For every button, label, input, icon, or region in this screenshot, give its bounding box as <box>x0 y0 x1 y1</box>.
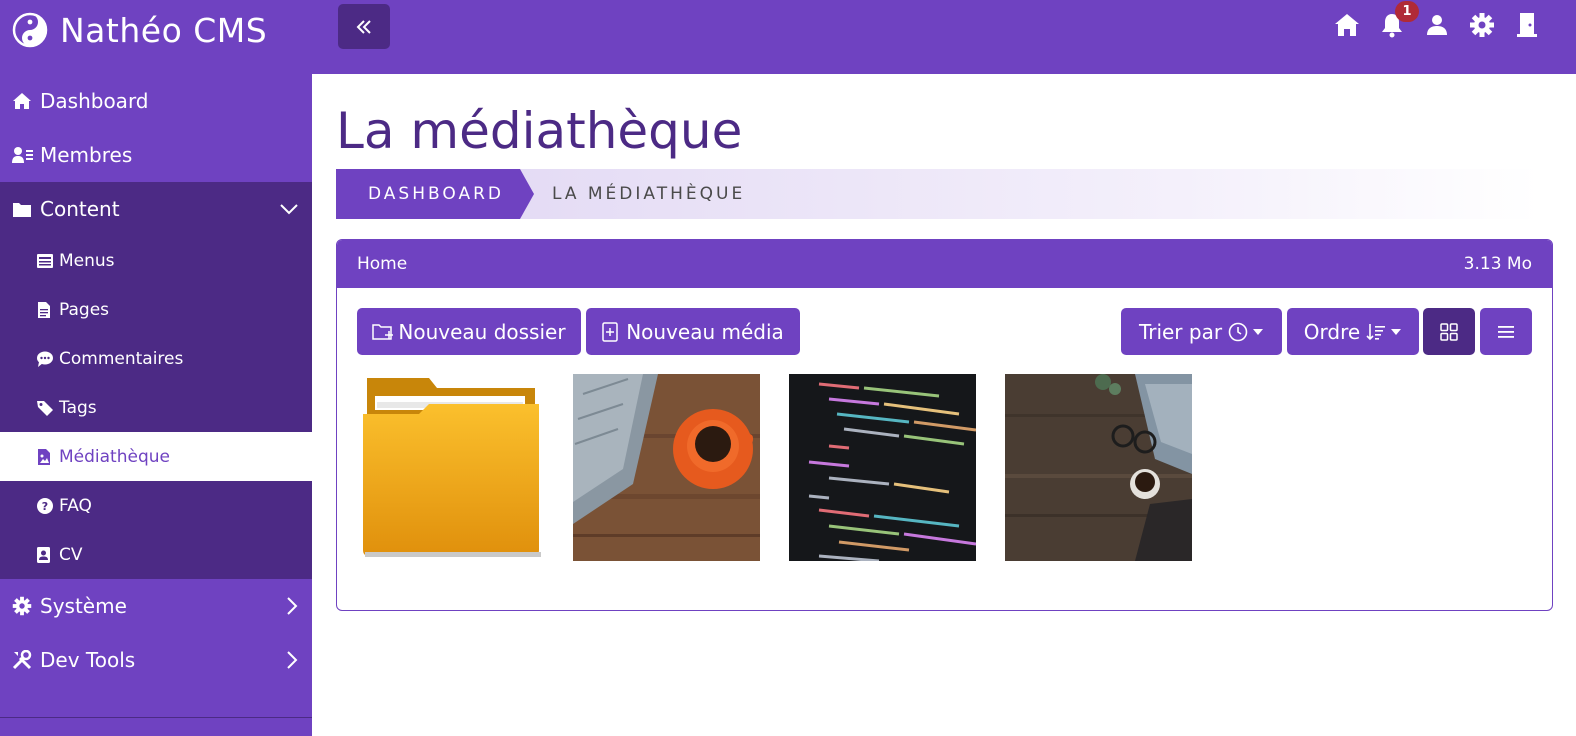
sidebar-item-content[interactable]: Content <box>0 182 312 236</box>
list-icon <box>1498 325 1514 338</box>
sidebar-divider <box>0 717 312 718</box>
chevron-down-icon <box>280 204 298 215</box>
media-card-header: Home 3.13 Mo <box>337 240 1552 288</box>
new-folder-label: Nouveau dossier <box>398 319 566 344</box>
media-item-image[interactable] <box>789 374 977 565</box>
grid-icon <box>1440 322 1458 341</box>
gear-icon <box>12 595 34 617</box>
door-icon <box>1517 13 1537 37</box>
desk-glasses-thumbnail <box>1005 374 1192 561</box>
media-toolbar: Nouveau dossier Nouveau média Trier par … <box>357 308 1532 355</box>
home-button[interactable] <box>1332 10 1362 40</box>
svg-text:?: ? <box>42 500 48 513</box>
media-item-image[interactable] <box>1005 374 1192 565</box>
sidebar-item-dashboard[interactable]: Dashboard <box>0 74 312 128</box>
sidebar-item-label: Médiathèque <box>59 446 170 467</box>
chevron-right-icon <box>287 597 298 615</box>
sidebar-item-cv[interactable]: CV <box>0 530 312 579</box>
user-icon <box>1427 15 1447 35</box>
tools-icon <box>12 649 34 671</box>
sidebar-collapse-button[interactable] <box>338 4 390 49</box>
double-chevron-left-icon <box>356 19 371 34</box>
folder-thumbnail-icon <box>363 378 541 557</box>
sidebar-item-dev-tools[interactable]: Dev Tools <box>0 633 312 687</box>
new-media-button[interactable]: Nouveau média <box>586 308 800 355</box>
media-item-folder[interactable] <box>359 374 543 564</box>
sidebar-item-label: Tags <box>59 397 97 418</box>
sidebar-group-content: Content Menus Pages Commentaires Tags Mé… <box>0 182 312 579</box>
clock-icon <box>1228 322 1248 341</box>
profile-button[interactable] <box>1422 10 1452 40</box>
folder-size: 3.13 Mo <box>1463 254 1532 274</box>
brand-name: Nathéo CMS <box>60 10 268 50</box>
sidebar-item-label: CV <box>59 544 83 565</box>
file-text-icon <box>37 301 53 318</box>
sidebar-item-label: Dashboard <box>40 89 149 113</box>
user-list-icon <box>12 144 34 166</box>
settings-button[interactable] <box>1467 10 1497 40</box>
sort-by-label: Trier par <box>1138 319 1223 344</box>
sidebar-item-label: Menus <box>59 250 115 271</box>
image-file-icon <box>37 448 53 465</box>
sort-down-icon <box>1366 323 1386 340</box>
sidebar-item-pages[interactable]: Pages <box>0 285 312 334</box>
folder-icon <box>12 198 34 220</box>
grid-view-button[interactable] <box>1423 308 1475 355</box>
chevron-right-icon <box>287 651 298 669</box>
code-screen-thumbnail <box>789 374 977 563</box>
new-media-label: Nouveau média <box>626 319 784 344</box>
top-navbar: Nathéo CMS 1 <box>0 0 1576 74</box>
person-badge-icon <box>37 546 53 563</box>
gear-icon <box>1470 13 1494 37</box>
notification-badge: 1 <box>1395 1 1419 22</box>
question-circle-icon: ? <box>37 497 53 514</box>
sidebar-item-label: Content <box>40 197 120 221</box>
media-card: Home 3.13 Mo Nouveau dossier Nouveau méd… <box>336 239 1553 611</box>
sidebar-item-faq[interactable]: ? FAQ <box>0 481 312 530</box>
order-label: Ordre <box>1303 319 1361 344</box>
sidebar-item-label: Commentaires <box>59 348 184 369</box>
yin-yang-icon <box>12 12 48 48</box>
file-plus-icon <box>602 321 618 342</box>
current-folder-name: Home <box>357 254 408 274</box>
list-view-button[interactable] <box>1480 308 1532 355</box>
sidebar-item-label: Système <box>40 594 127 618</box>
sidebar-item-commentaires[interactable]: Commentaires <box>0 334 312 383</box>
caret-down-icon <box>1391 328 1402 335</box>
media-item-image[interactable] <box>573 374 760 565</box>
sidebar-item-label: Pages <box>59 299 110 320</box>
tag-icon <box>37 400 53 416</box>
breadcrumb-item-dashboard[interactable]: DASHBOARD <box>336 169 534 219</box>
sidebar-item-membres[interactable]: Membres <box>0 128 312 182</box>
sidebar-item-label: Dev Tools <box>40 648 136 672</box>
home-icon <box>12 90 34 112</box>
sidebar-item-tags[interactable]: Tags <box>0 383 312 432</box>
sidebar-item-label: FAQ <box>59 495 92 516</box>
menu-list-icon <box>37 253 53 269</box>
brand[interactable]: Nathéo CMS <box>12 10 267 50</box>
comment-icon <box>37 351 53 367</box>
breadcrumb-item-current: LA MÉDIATHÈQUE <box>552 184 746 204</box>
caret-down-icon <box>1253 328 1264 335</box>
new-folder-button[interactable]: Nouveau dossier <box>357 308 581 355</box>
sidebar-item-mediatheque[interactable]: Médiathèque <box>0 432 312 481</box>
notifications-button[interactable]: 1 <box>1377 1 1419 40</box>
folder-plus-icon <box>372 323 394 341</box>
breadcrumb: DASHBOARD LA MÉDIATHÈQUE <box>336 169 1540 219</box>
order-dropdown[interactable]: Ordre <box>1287 308 1419 355</box>
top-icons: 1 <box>1317 1 1542 40</box>
sidebar-item-menus[interactable]: Menus <box>0 236 312 285</box>
logout-button[interactable] <box>1512 10 1542 40</box>
main-content: La médiathèque DASHBOARD LA MÉDIATHÈQUE … <box>312 74 1576 736</box>
page-title: La médiathèque <box>336 102 743 160</box>
sidebar-item-systeme[interactable]: Système <box>0 579 312 633</box>
laptop-coffee-thumbnail <box>573 374 760 561</box>
sort-by-dropdown[interactable]: Trier par <box>1121 308 1282 355</box>
home-icon <box>1335 14 1359 36</box>
sidebar-item-label: Membres <box>40 143 133 167</box>
sidebar: Dashboard Membres Content Menus Pages Co… <box>0 74 312 736</box>
